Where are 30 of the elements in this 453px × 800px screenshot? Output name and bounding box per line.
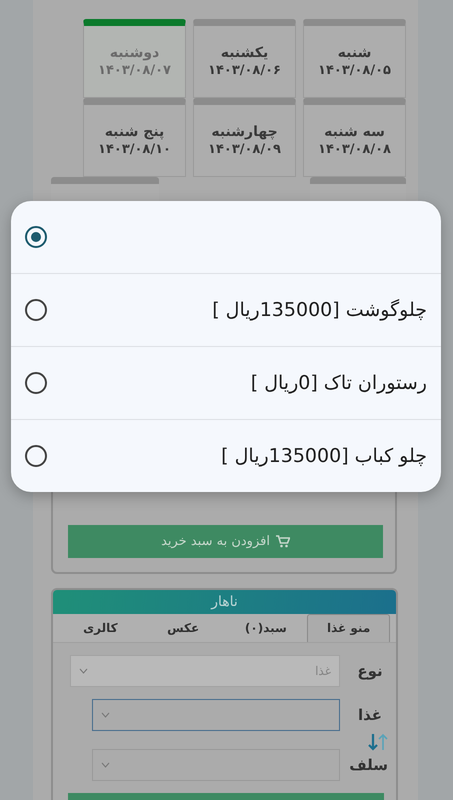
option-row[interactable]: چلوگوشت [135000ریال ] [11,273,441,346]
sort-icon[interactable] [368,732,388,751]
cart-icon [276,535,290,548]
add-to-cart-button[interactable]: افزودن به سبد خرید [68,525,383,558]
chevron-icon [101,712,110,718]
radio-button[interactable] [25,299,47,321]
day-tab[interactable]: چهارشنبه ۱۴۰۳/۰۸/۰۹ [193,98,296,177]
day-tab[interactable]: شنبه ۱۴۰۳/۰۸/۰۵ [303,19,406,98]
radio-button[interactable] [25,445,47,467]
submit-button[interactable] [68,792,384,800]
select-field[interactable] [92,748,340,781]
day-tab[interactable]: یکشنبه ۱۴۰۳/۰۸/۰۶ [193,19,296,98]
field-label: سلف [352,756,388,774]
day-tab[interactable]: سه شنبه ۱۴۰۳/۰۸/۰۸ [303,98,406,177]
day-tab[interactable]: دوشنبه ۱۴۰۳/۰۸/۰۷ [83,19,186,98]
option-row[interactable]: چلو کباب [135000ریال ] [11,419,441,492]
panel-tab[interactable]: کالری [59,614,142,642]
radio-button[interactable] [25,226,47,248]
radio-button[interactable] [25,372,47,394]
chevron-icon [79,668,88,674]
select-field[interactable] [92,698,340,731]
panel-title: ناهار [53,590,396,614]
day-tab[interactable]: پنج شنبه ۱۴۰۳/۰۸/۱۰ [83,98,186,177]
panel-tab[interactable]: عکس [142,614,224,642]
panel-tab[interactable]: سبد(۰) [224,614,308,642]
field-label: نوع [356,662,384,680]
panel-tab[interactable]: منو غذا [307,614,390,642]
field-label: غذا [356,706,384,724]
option-row[interactable]: رستوران تاک [0ریال ] [11,346,441,419]
chevron-icon [101,762,110,768]
